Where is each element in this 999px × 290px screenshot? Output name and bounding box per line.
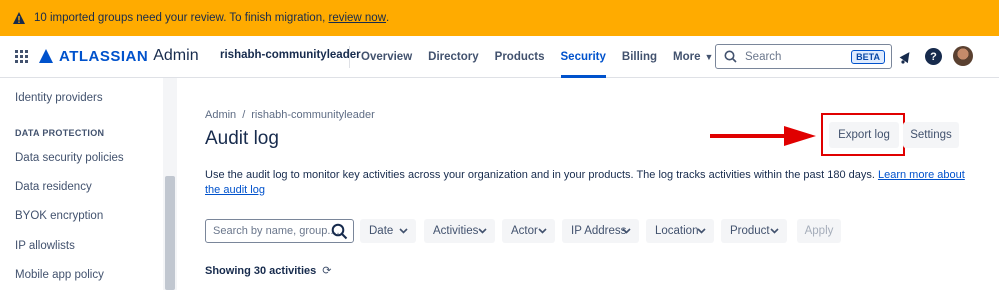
chevron-down-icon bbox=[622, 226, 631, 238]
filter-product[interactable]: Product bbox=[721, 219, 787, 243]
product-name: Admin bbox=[153, 47, 199, 64]
refresh-icon[interactable]: ⟳ bbox=[322, 264, 331, 277]
arrow-annotation bbox=[710, 126, 816, 146]
filter-date-label: Date bbox=[369, 225, 394, 237]
banner-suffix: . bbox=[386, 12, 390, 24]
nav-directory[interactable]: Directory bbox=[428, 36, 479, 78]
filter-ip-address[interactable]: IP Address bbox=[562, 219, 639, 243]
nav-more[interactable]: More ▼ bbox=[673, 36, 713, 78]
filter-location-label: Location bbox=[655, 225, 699, 237]
search-input[interactable]: Search BETA bbox=[715, 44, 892, 69]
nav-products[interactable]: Products bbox=[495, 36, 545, 78]
filter-activities[interactable]: Activities bbox=[424, 219, 495, 243]
review-now-link[interactable]: review now bbox=[328, 12, 386, 24]
apply-button: Apply bbox=[797, 219, 841, 243]
migration-banner: 10 imported groups need your review. To … bbox=[0, 0, 999, 36]
export-log-highlight bbox=[821, 113, 905, 156]
atlassian-logo-icon bbox=[39, 49, 53, 63]
atlassian-admin-logo[interactable]: ATLASSIAN Admin bbox=[39, 47, 199, 65]
activity-count-text: Showing 30 activities bbox=[205, 264, 317, 277]
filter-activities-label: Activities bbox=[433, 225, 479, 237]
nav-more-label: More bbox=[673, 51, 701, 63]
description-text: Use the audit log to monitor key activit… bbox=[205, 169, 875, 181]
filter-product-label: Product bbox=[730, 225, 770, 237]
sidebar-item-data-residency[interactable]: Data residency bbox=[15, 181, 92, 193]
chevron-down-icon bbox=[399, 226, 408, 238]
chevron-down-icon: ▼ bbox=[704, 52, 714, 62]
filter-actor-label: Actor bbox=[511, 225, 538, 237]
filter-date[interactable]: Date bbox=[360, 219, 416, 243]
chevron-down-icon bbox=[770, 226, 779, 238]
activity-search-input[interactable]: Search by name, group.... bbox=[205, 219, 354, 243]
divider bbox=[349, 46, 350, 68]
sidebar: Identity providers DATA PROTECTION Data … bbox=[0, 78, 177, 290]
sidebar-item-mobile-app-policy[interactable]: Mobile app policy bbox=[15, 269, 104, 281]
chevron-down-icon bbox=[478, 226, 487, 238]
nav-security-label: Security bbox=[560, 51, 606, 63]
nav-billing[interactable]: Billing bbox=[622, 36, 657, 78]
nav-security[interactable]: Security bbox=[560, 36, 607, 78]
sidebar-section-heading: DATA PROTECTION bbox=[15, 128, 105, 138]
sidebar-item-byok-encryption[interactable]: BYOK encryption bbox=[15, 210, 103, 222]
sidebar-item-identity-providers[interactable]: Identity providers bbox=[15, 92, 103, 104]
page-description: Use the audit log to monitor key activit… bbox=[205, 168, 965, 198]
app-switcher-icon[interactable] bbox=[15, 50, 28, 63]
search-placeholder: Search bbox=[745, 50, 782, 63]
nav-products-label: Products bbox=[494, 51, 545, 63]
nav-overview-label: Overview bbox=[361, 51, 413, 63]
breadcrumb-org[interactable]: rishabh-communityleader bbox=[251, 109, 375, 121]
activity-search-placeholder: Search by name, group.... bbox=[213, 225, 340, 237]
avatar[interactable] bbox=[953, 46, 973, 66]
top-navigation: ATLASSIAN Admin rishabh-communityleader … bbox=[0, 36, 999, 78]
chevron-down-icon bbox=[538, 226, 547, 238]
brand-name: ATLASSIAN bbox=[59, 47, 149, 65]
settings-button[interactable]: Settings bbox=[903, 122, 959, 148]
org-name[interactable]: rishabh-communityleader bbox=[220, 49, 361, 61]
banner-message: 10 imported groups need your review. To … bbox=[34, 12, 326, 24]
breadcrumb-separator: / bbox=[242, 109, 246, 121]
filter-ip-address-label: IP Address bbox=[571, 225, 627, 237]
beta-badge: BETA bbox=[851, 49, 885, 64]
nav-overview[interactable]: Overview bbox=[361, 36, 412, 78]
nav-directory-label: Directory bbox=[428, 51, 479, 63]
sidebar-item-ip-allowlists[interactable]: IP allowlists bbox=[15, 240, 75, 252]
notification-icon[interactable] bbox=[897, 48, 914, 65]
search-icon[interactable] bbox=[331, 223, 348, 240]
page-title: Audit log bbox=[205, 128, 279, 149]
breadcrumb: Admin / rishabh-communityleader bbox=[205, 109, 375, 121]
sidebar-item-data-security-policies[interactable]: Data security policies bbox=[15, 152, 124, 164]
help-icon[interactable]: ? bbox=[925, 48, 942, 65]
breadcrumb-admin[interactable]: Admin bbox=[205, 109, 236, 121]
sidebar-scroll-thumb[interactable] bbox=[165, 176, 175, 290]
warning-icon bbox=[13, 12, 25, 24]
chevron-down-icon bbox=[697, 226, 706, 238]
activity-count: Showing 30 activities ⟳ bbox=[205, 264, 331, 278]
search-icon bbox=[724, 50, 737, 63]
nav-items: Overview Directory Products Security Bil… bbox=[361, 36, 729, 78]
filter-location[interactable]: Location bbox=[646, 219, 714, 243]
filter-actor[interactable]: Actor bbox=[502, 219, 555, 243]
nav-billing-label: Billing bbox=[621, 51, 658, 63]
